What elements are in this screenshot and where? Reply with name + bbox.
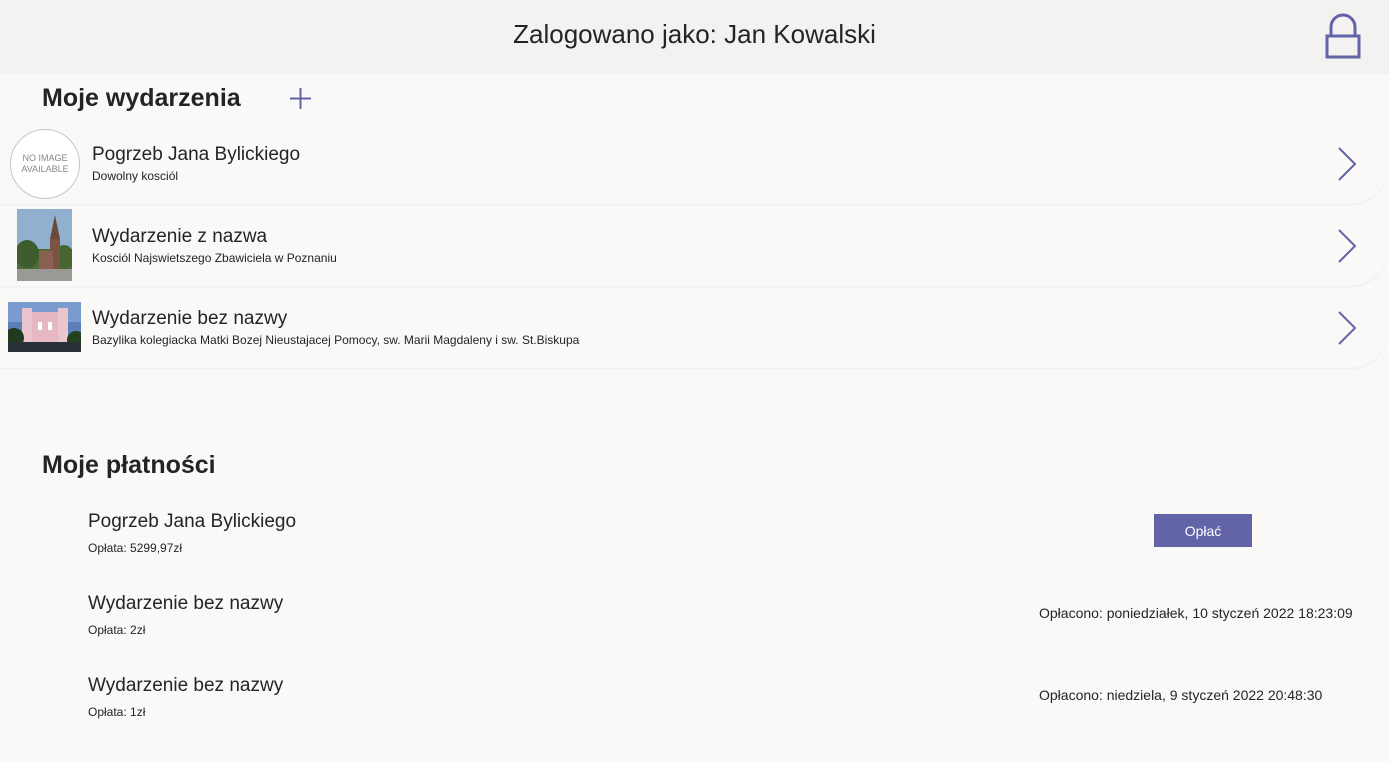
event-name: Wydarzenie z nazwa	[92, 226, 268, 247]
payment-event-name: Wydarzenie bez nazwy	[88, 593, 284, 614]
event-item[interactable]: Wydarzenie z nazwa Kosciól Najswietszego…	[0, 204, 1389, 286]
chevron-right-icon[interactable]	[1336, 228, 1358, 264]
payment-amount: Opłata: 5299,97zł	[88, 541, 183, 555]
event-place: Dowolny kosciól	[92, 169, 179, 183]
no-image-text: NO IMAGE	[22, 153, 68, 163]
payment-event-name: Pogrzeb Jana Bylickiego	[88, 511, 297, 532]
no-image-thumbnail: NO IMAGE AVAILABLE	[10, 129, 80, 199]
payment-status: Opłacono: poniedziałek, 10 styczeń 2022 …	[1039, 605, 1353, 621]
pay-button[interactable]: Opłać	[1154, 514, 1252, 547]
payment-status: Opłacono: niedziela, 9 styczeń 2022 20:4…	[1039, 687, 1323, 703]
payments-section-title: Moje płatności	[42, 451, 216, 479]
event-name: Pogrzeb Jana Bylickiego	[92, 144, 301, 165]
add-event-icon[interactable]	[288, 86, 313, 111]
event-place: Bazylika kolegiacka Matki Bozej Nieustaj…	[92, 333, 580, 347]
event-item[interactable]: Wydarzenie bez nazwy Bazylika kolegiacka…	[0, 286, 1389, 368]
top-bar: Zalogowano jako: Jan Kowalski	[0, 0, 1389, 74]
logged-in-user-label: Zalogowano jako: Jan Kowalski	[513, 19, 876, 49]
no-image-text: AVAILABLE	[21, 164, 69, 174]
lock-icon[interactable]	[1322, 12, 1364, 62]
basilica-thumbnail	[8, 302, 81, 352]
payment-event-name: Wydarzenie bez nazwy	[88, 675, 284, 696]
payment-amount: Opłata: 2zł	[88, 623, 146, 637]
event-place: Kosciól Najswietszego Zbawiciela w Pozna…	[92, 251, 337, 265]
event-item[interactable]: NO IMAGE AVAILABLE Pogrzeb Jana Bylickie…	[0, 122, 1389, 204]
event-name: Wydarzenie bez nazwy	[92, 308, 288, 329]
payment-amount: Opłata: 1zł	[88, 705, 146, 719]
chevron-right-icon[interactable]	[1336, 310, 1358, 346]
church-thumbnail	[17, 209, 72, 281]
chevron-right-icon[interactable]	[1336, 146, 1358, 182]
events-section-title: Moje wydarzenia	[42, 84, 241, 112]
